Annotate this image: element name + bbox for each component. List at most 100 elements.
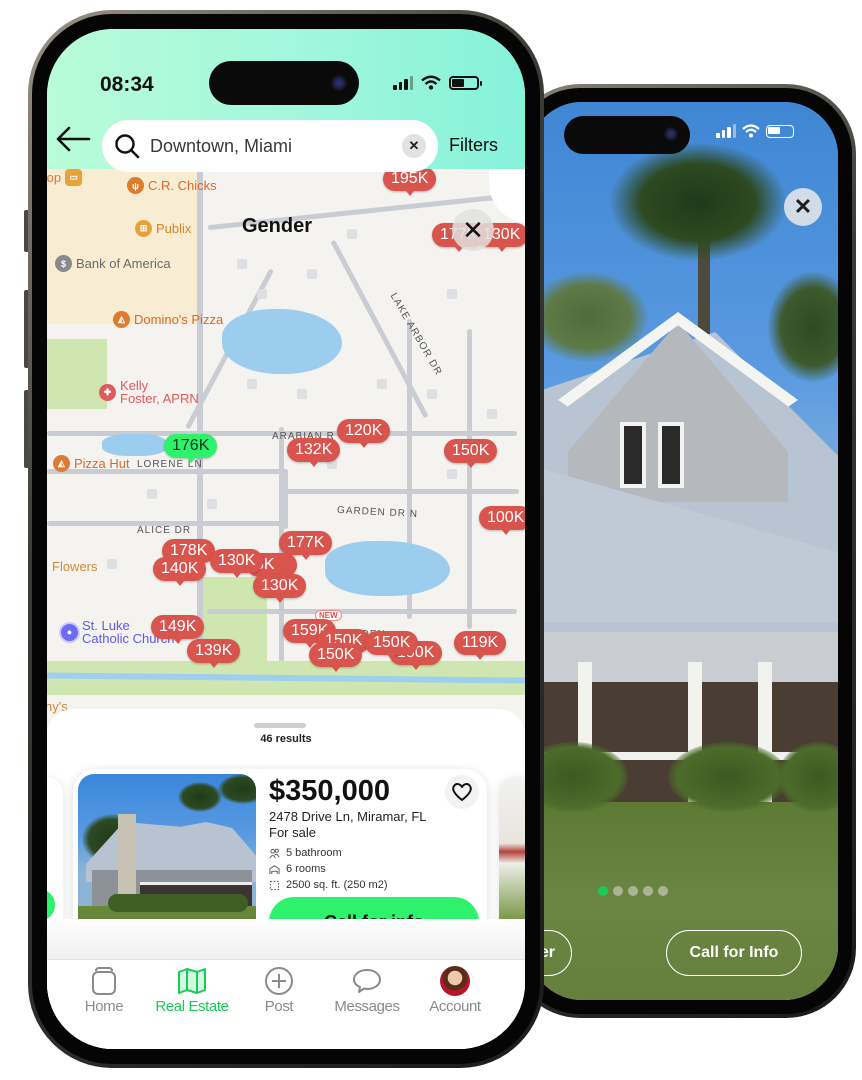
back-phone: ✕ er Call for Info <box>510 84 856 1018</box>
back-button[interactable] <box>55 125 91 153</box>
map-compass-popover[interactable] <box>489 169 525 223</box>
map-building <box>237 259 247 269</box>
camera-icon <box>331 75 347 91</box>
map-building <box>377 379 387 389</box>
map-close-button[interactable]: ✕ <box>452 209 494 251</box>
tab-account[interactable]: Account <box>410 966 500 1015</box>
tab-label: Home <box>84 998 124 1015</box>
front-phone-bezel: LAKE ARBOR DR ARABIAN R LORENE LN GARDEN… <box>32 14 540 1064</box>
map-building <box>347 229 357 239</box>
map-building <box>207 499 217 509</box>
favorite-button[interactable] <box>445 775 479 809</box>
home-icon <box>89 966 119 996</box>
avatar <box>440 966 470 996</box>
pagination-dot[interactable] <box>628 886 638 896</box>
plus-circle-icon <box>264 966 294 996</box>
front-phone: LAKE ARBOR DR ARABIAN R LORENE LN GARDEN… <box>28 10 544 1068</box>
mockup-stage: ✕ er Call for Info LAKE ARBOR DR ARABIAN… <box>0 0 862 1080</box>
close-icon: ✕ <box>793 194 813 219</box>
briefcase-icon: ▭ <box>65 169 83 186</box>
photo-window <box>658 422 684 488</box>
dollar-icon: $ <box>55 255 72 272</box>
feature-bathrooms: 5 bathroom <box>269 847 342 859</box>
photo-palm <box>608 142 788 262</box>
tab-bar: Home Real Estate Post Messages Account <box>47 959 525 1049</box>
poi[interactable]: ◭ Pizza Hut <box>53 455 130 472</box>
price-pin[interactable]: 120K <box>337 419 391 448</box>
people-icon <box>269 848 280 858</box>
poi[interactable]: Flowers <box>52 559 98 574</box>
status-icons <box>393 75 482 90</box>
poi-label: Bank of America <box>76 256 171 271</box>
street-label: ALICE DR <box>137 525 192 536</box>
map-overlay-title: Gender <box>242 215 313 237</box>
price-pin[interactable]: 149K <box>151 615 205 644</box>
header: 08:34 Downtown, Miami ✕ Filters <box>47 29 525 172</box>
price-pin[interactable]: 119K <box>454 631 507 660</box>
price-pin[interactable]: 150K <box>309 643 363 672</box>
tab-post[interactable]: Post <box>234 966 324 1015</box>
pagination-dot[interactable] <box>613 886 623 896</box>
price-pin[interactable]: 139K <box>187 639 241 668</box>
clear-search-button[interactable]: ✕ <box>402 134 426 158</box>
pagination-dot[interactable] <box>598 886 608 896</box>
map-lake <box>325 541 450 596</box>
call-for-info-button[interactable]: Call for Info <box>666 930 802 976</box>
signal-icon <box>393 75 413 90</box>
price-pin[interactable]: 130K <box>210 549 264 578</box>
map-park <box>47 339 107 409</box>
poi[interactable]: ◭ Domino's Pizza <box>113 311 223 328</box>
photo-pagination <box>598 886 668 896</box>
map-building <box>447 289 457 299</box>
map-lake <box>222 309 342 374</box>
poi[interactable]: ✚ Kelly Foster, APRN <box>99 379 199 405</box>
map-building <box>427 389 437 399</box>
map-view[interactable]: LAKE ARBOR DR ARABIAN R LORENE LN GARDEN… <box>47 169 525 729</box>
poi[interactable]: ψ C.R. Chicks <box>127 177 217 194</box>
pagination-dot[interactable] <box>643 886 653 896</box>
map-building <box>147 489 157 499</box>
poi[interactable]: ⊞ Publix <box>135 220 191 237</box>
poi[interactable]: $ Bank of America <box>55 255 171 272</box>
price-pin[interactable]: 150K <box>365 631 419 660</box>
poi-label: Domino's Pizza <box>134 312 224 327</box>
listing-status: For sale <box>269 825 316 840</box>
search-input[interactable]: Downtown, Miami ✕ <box>102 120 438 172</box>
battery-icon <box>766 124 794 138</box>
dynamic-island <box>564 116 690 154</box>
feature-rooms: 6 rooms <box>269 863 326 875</box>
poi[interactable]: top ▭ <box>47 169 83 186</box>
sheet-grabber[interactable] <box>254 723 306 728</box>
price-pin[interactable]: 140K <box>153 557 207 586</box>
map-building <box>307 269 317 279</box>
price-pin[interactable]: 132K <box>287 438 341 467</box>
map-road <box>279 489 519 494</box>
price-pin[interactable]: 195K <box>383 169 437 196</box>
call-button-partial[interactable] <box>47 889 55 921</box>
map-search-screen: LAKE ARBOR DR ARABIAN R LORENE LN GARDEN… <box>47 29 525 1049</box>
church-icon: ● <box>61 623 78 641</box>
close-button[interactable]: ✕ <box>784 188 822 226</box>
results-count: 46 results <box>260 733 312 745</box>
price-pin[interactable]: 150K <box>444 439 498 468</box>
tab-home[interactable]: Home <box>59 966 149 1015</box>
photo-palm <box>218 774 256 804</box>
price-pin[interactable]: 100K <box>479 506 525 535</box>
price-pin-selected[interactable]: 176K <box>164 434 218 463</box>
pagination-dot[interactable] <box>658 886 668 896</box>
poi-label: Flowers <box>52 559 98 574</box>
tab-real-estate[interactable]: Real Estate <box>147 966 237 1015</box>
tab-messages[interactable]: Messages <box>322 966 412 1015</box>
poi-label: C.R. Chicks <box>148 178 217 193</box>
feature-label: 2500 sq. ft. (250 m2) <box>286 879 388 891</box>
listing-price: $350,000 <box>269 775 390 807</box>
price-pin[interactable]: 177K <box>279 531 333 560</box>
price-pin[interactable]: 130K <box>253 574 307 603</box>
map-building <box>247 379 257 389</box>
filters-button[interactable]: Filters <box>449 135 498 156</box>
wifi-icon <box>742 124 760 138</box>
map-building <box>107 559 117 569</box>
cart-icon: ⊞ <box>135 220 152 237</box>
status-icons <box>716 124 794 138</box>
tab-label: Real Estate <box>155 998 229 1015</box>
